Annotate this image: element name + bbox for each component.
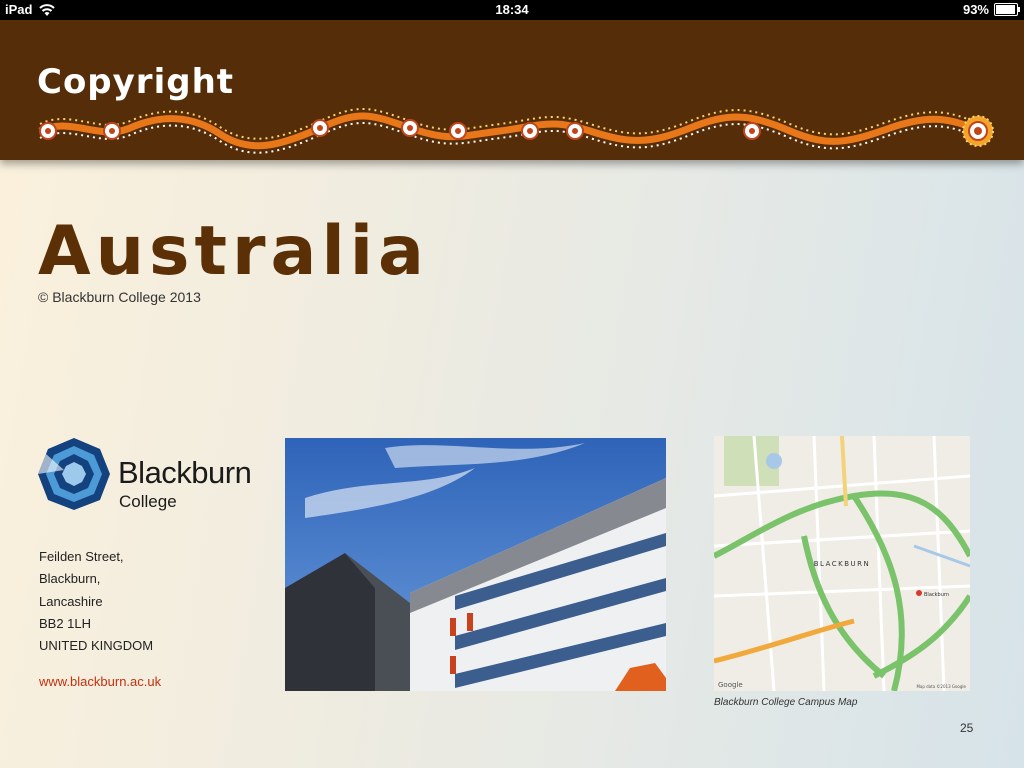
address-line: Lancashire: [39, 593, 103, 609]
address-line: BB2 1LH: [39, 615, 92, 631]
address-line: Blackburn,: [39, 571, 101, 587]
clock: 18:34: [495, 2, 529, 17]
page-number: 25: [960, 721, 974, 735]
copyright-notice: © Blackburn College 2013: [38, 289, 201, 305]
google-logo: Google: [718, 681, 743, 689]
battery-icon: [994, 3, 1020, 16]
website-link[interactable]: www.blackburn.ac.uk: [39, 674, 161, 689]
address-line: UNITED KINGDOM: [39, 638, 154, 654]
logo-subtitle: College: [119, 492, 177, 511]
map-attribution: Map data ©2013 Google: [916, 684, 966, 689]
map-place-label: BLACKBURN: [814, 560, 871, 568]
status-bar: iPad 18:34 93%: [0, 0, 1024, 20]
battery-percent: 93%: [962, 2, 989, 17]
college-building-photo: [285, 438, 666, 691]
aboriginal-dot-pattern: [38, 108, 994, 154]
header-title: Copyright: [37, 62, 235, 102]
logo-wordmark: Blackburn: [118, 455, 252, 490]
map-poi-label: Blackburn: [924, 592, 949, 598]
map-caption: Blackburn College Campus Map: [714, 697, 858, 708]
campus-map: BLACKBURN Blackburn Google Map data ©201…: [714, 436, 970, 691]
postal-address: Feilden Street, Blackburn, Lancashire BB…: [39, 546, 153, 657]
address-line: Feilden Street,: [39, 549, 124, 564]
page-heading: Australia: [38, 212, 429, 291]
header-bar: Copyright: [0, 20, 1024, 160]
